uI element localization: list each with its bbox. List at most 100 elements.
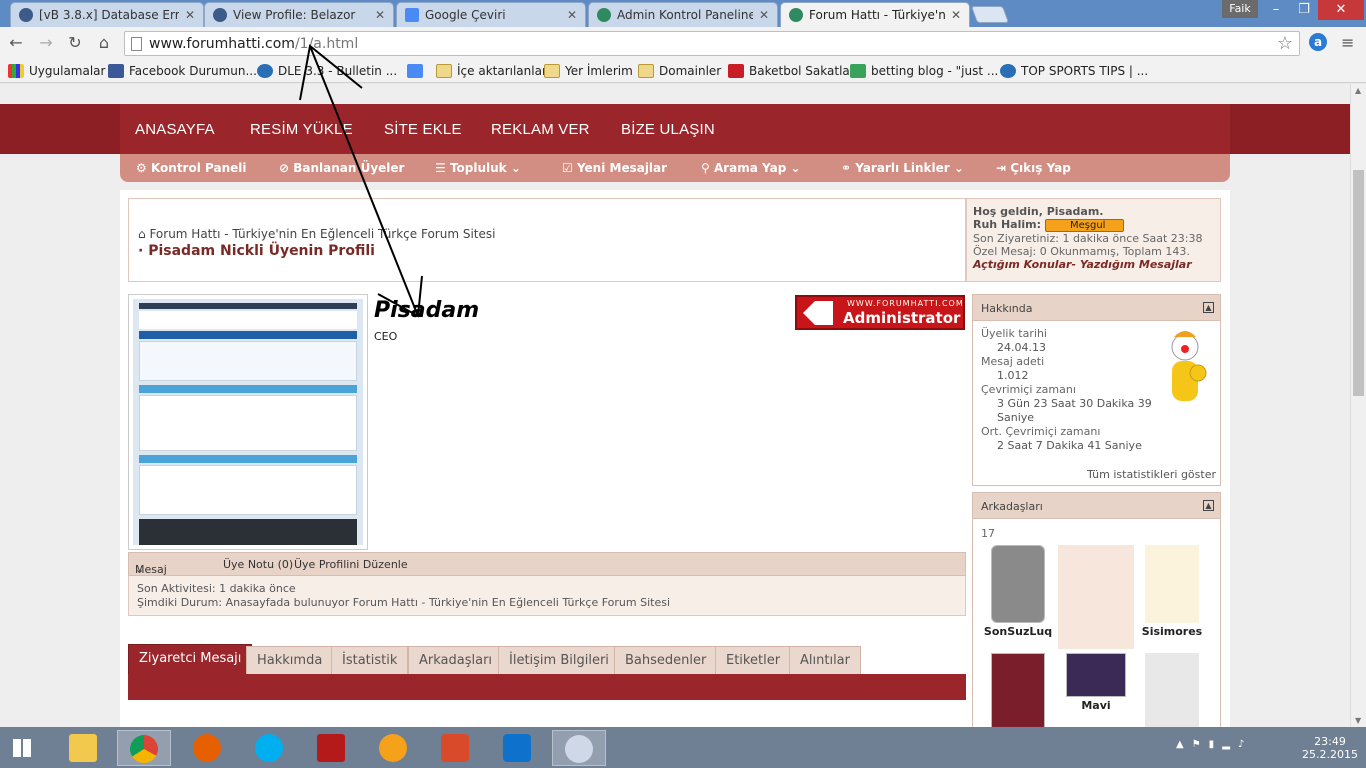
subnav-search[interactable]: ⚲ Arama Yap ⌄: [701, 161, 801, 175]
tab-visitor-messages[interactable]: Ziyaretci Mesajı: [128, 644, 253, 674]
nav-upload-image[interactable]: RESİM YÜKLE: [250, 121, 353, 138]
browser-tab[interactable]: View Profile: Belazor ✕: [204, 2, 394, 27]
scroll-down-icon[interactable]: ▼: [1355, 716, 1361, 725]
taskbar-app[interactable]: [242, 730, 296, 766]
network-icon[interactable]: ▂: [1222, 739, 1238, 750]
minimize-icon[interactable]: –: [1262, 0, 1290, 20]
private-messages[interactable]: Özel Mesaj: 0 Okunmamış, Toplam 143.: [973, 245, 1214, 258]
list-icon: ☰: [435, 161, 450, 175]
subnav-control-panel[interactable]: ⚙ Kontrol Paneli: [136, 161, 246, 175]
nav-home[interactable]: ANASAYFA: [135, 121, 215, 138]
bookmark-item[interactable]: Facebook Durumun...: [108, 62, 257, 80]
bookmark-star-icon[interactable]: ☆: [1277, 33, 1293, 54]
about-block: Hakkında ▲ Üyelik tarihi 24.04.13 Mesaj a…: [972, 294, 1221, 486]
forward-arrow-icon[interactable]: →: [35, 32, 57, 54]
system-clock[interactable]: 23:49 25.2.2015: [1300, 735, 1360, 761]
browser-tab-active[interactable]: Forum Hattı - Türkiye'nin ✕: [780, 2, 970, 27]
subnav-community[interactable]: ☰ Topluluk ⌄: [435, 161, 521, 175]
nav-add-site[interactable]: SİTE EKLE: [384, 121, 462, 138]
breadcrumb-root[interactable]: Forum Hattı - Türkiye'nin En Eğlenceli T…: [149, 227, 495, 241]
page-viewport: ANASAYFA RESİM YÜKLE SİTE EKLE REKLAM VE…: [0, 84, 1350, 727]
show-hidden-icons-icon[interactable]: ▲: [1176, 739, 1192, 750]
bookmark-item[interactable]: Baketbol Sakatlar: [728, 62, 855, 80]
friend-name[interactable]: Sisimores: [1142, 625, 1202, 638]
window-close-icon[interactable]: ✕: [1318, 0, 1364, 20]
friend-item[interactable]: SonSuzLuq: [983, 545, 1053, 638]
user-note-link[interactable]: Üye Notu (0): [223, 558, 293, 571]
flag-icon[interactable]: ⚑: [1192, 739, 1209, 750]
tab-quotes[interactable]: Alıntılar: [789, 646, 861, 674]
nav-advertise[interactable]: REKLAM VER: [491, 121, 590, 138]
tab-tags[interactable]: Etiketler: [715, 646, 792, 674]
taskbar-app[interactable]: [56, 730, 110, 766]
menu-icon[interactable]: ≡: [1341, 33, 1354, 52]
collapse-icon[interactable]: ▲: [1203, 500, 1214, 511]
scrollbar-thumb[interactable]: [1353, 170, 1364, 396]
bookmark-item[interactable]: betting blog - "just ...: [850, 62, 998, 80]
subnav-new-posts[interactable]: ☑ Yeni Mesajlar: [562, 161, 667, 175]
friend-item[interactable]: [983, 653, 1053, 727]
start-button[interactable]: [0, 730, 44, 766]
power-icon[interactable]: ▮: [1209, 739, 1223, 750]
system-tray[interactable]: ▲⚑▮▂♪: [1176, 739, 1252, 750]
volume-icon[interactable]: ♪: [1238, 739, 1252, 750]
bookmark-item[interactable]: Uygulamalar: [8, 62, 105, 80]
breadcrumb-separator: ·: [138, 243, 149, 259]
taskbar-app[interactable]: [490, 730, 544, 766]
close-icon[interactable]: ✕: [375, 8, 385, 22]
bookmark-item[interactable]: [407, 62, 428, 80]
maximize-icon[interactable]: ❐: [1290, 0, 1318, 20]
my-threads-posts-links[interactable]: Açtığım Konular- Yazdığım Mesajlar: [973, 258, 1214, 271]
address-bar[interactable]: www.forumhatti.com/1/a.html ☆: [124, 31, 1300, 56]
taskbar-app[interactable]: [366, 730, 420, 766]
taskbar-app[interactable]: [304, 730, 358, 766]
profile-picture[interactable]: [128, 294, 368, 550]
edit-profile-link[interactable]: Üye Profilini Düzenle: [294, 558, 408, 571]
bookmark-item[interactable]: Yer İmlerim: [544, 62, 633, 80]
browser-tab[interactable]: [vB 3.8.x] Database Error ✕: [10, 2, 204, 27]
close-icon[interactable]: ✕: [567, 8, 577, 22]
tab-about-me[interactable]: Hakkımda: [246, 646, 334, 674]
bookmark-item[interactable]: İçe aktarılanlar: [436, 62, 547, 80]
profile-chip[interactable]: Faik: [1222, 0, 1258, 18]
taskbar-app-active[interactable]: [117, 730, 171, 766]
tab-mentions[interactable]: Bahsedenler: [614, 646, 718, 674]
taskbar-app-active[interactable]: [552, 730, 606, 766]
close-icon[interactable]: ✕: [185, 8, 195, 22]
page-scrollbar[interactable]: ▲ ▼: [1350, 84, 1366, 727]
taskbar-app[interactable]: [428, 730, 482, 766]
new-tab-button[interactable]: [970, 6, 1010, 23]
bookmark-item[interactable]: DLE 3.3 - Bulletin ...: [257, 62, 397, 80]
close-icon[interactable]: ✕: [951, 8, 961, 22]
home-icon[interactable]: ⌂: [93, 32, 115, 54]
friend-item[interactable]: [1137, 653, 1207, 727]
friend-item[interactable]: Mavi: [1061, 653, 1131, 712]
tab-friends[interactable]: Arkadaşları: [408, 646, 504, 674]
back-arrow-icon[interactable]: ←: [5, 32, 27, 54]
taskbar-app[interactable]: [180, 730, 234, 766]
tab-statistics[interactable]: İstatistik: [331, 646, 409, 674]
url-text[interactable]: www.forumhatti.com/1/a.html: [149, 36, 358, 52]
link-icon: ⚭: [841, 161, 856, 175]
see-all-stats-link[interactable]: Tüm istatistikleri göster: [1087, 468, 1216, 481]
bookmark-item[interactable]: Domainler: [638, 62, 721, 80]
home-icon[interactable]: ⌂: [138, 227, 149, 241]
close-icon[interactable]: ✕: [759, 8, 769, 22]
friend-name[interactable]: Mavi: [1081, 699, 1110, 712]
friend-item[interactable]: [1057, 545, 1135, 651]
extension-icon[interactable]: a: [1309, 33, 1327, 51]
subnav-logout[interactable]: ⇥ Çıkış Yap: [996, 161, 1071, 175]
browser-tab[interactable]: Google Çeviri ✕: [396, 2, 586, 27]
friend-name[interactable]: SonSuzLuq: [984, 625, 1052, 638]
reload-icon[interactable]: ↻: [64, 32, 86, 54]
subnav-banned-users[interactable]: ⊘ Banlanan Üyeler: [279, 161, 404, 175]
collapse-icon[interactable]: ▲: [1203, 302, 1214, 313]
tab-contact-info[interactable]: İletişim Bilgileri: [498, 646, 620, 674]
nav-contact[interactable]: BİZE ULAŞIN: [621, 121, 715, 138]
friend-item[interactable]: Sisimores: [1137, 545, 1207, 638]
scroll-up-icon[interactable]: ▲: [1355, 86, 1361, 95]
browser-tab[interactable]: Admin Kontrol Paneline H ✕: [588, 2, 778, 27]
mood-badge[interactable]: Meşgul: [1045, 219, 1125, 232]
subnav-useful-links[interactable]: ⚭ Yararlı Linkler ⌄: [841, 161, 964, 175]
bookmark-item[interactable]: TOP SPORTS TIPS | ...: [1000, 62, 1148, 80]
